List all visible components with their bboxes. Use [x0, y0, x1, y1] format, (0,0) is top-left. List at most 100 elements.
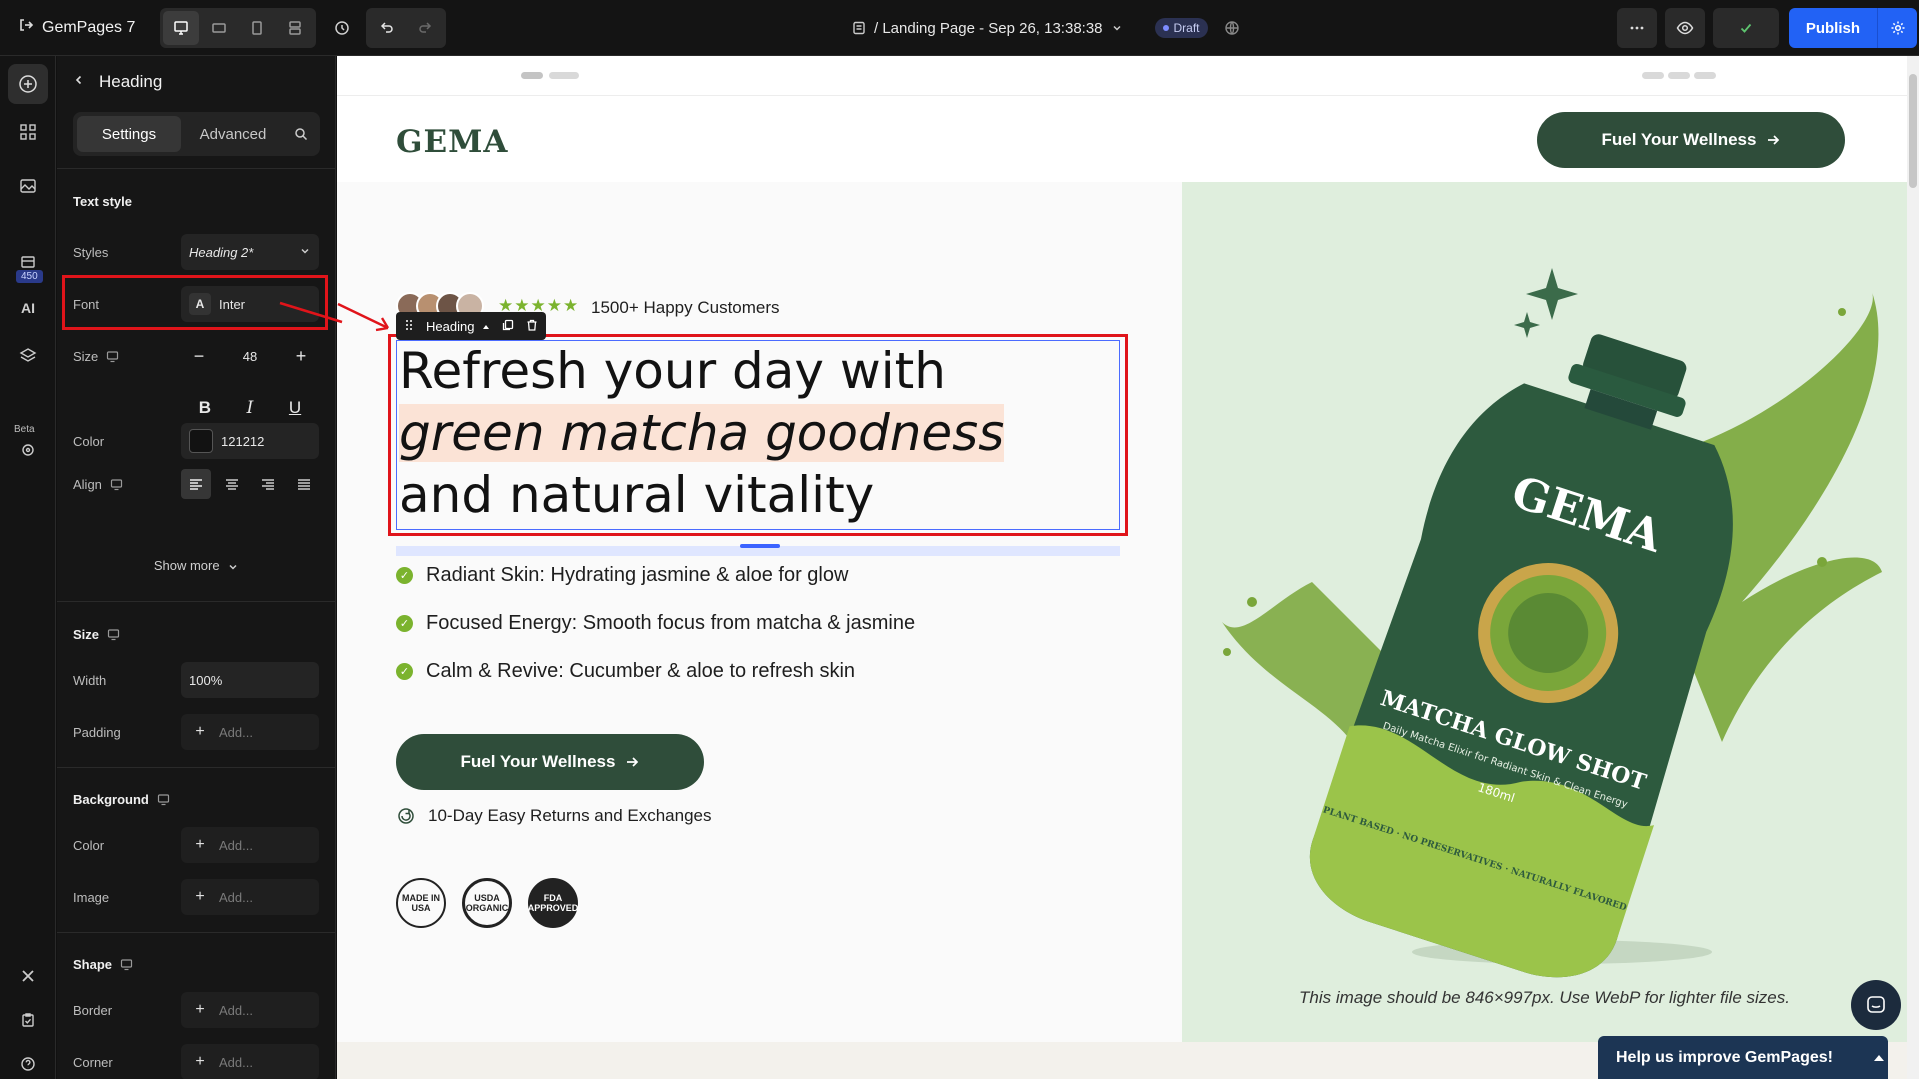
width-input[interactable]: 100%	[181, 662, 319, 698]
status-badge: Draft	[1154, 18, 1208, 38]
returns-info[interactable]: 10-Day Easy Returns and Exchanges	[396, 806, 712, 826]
italic-button[interactable]: I	[247, 398, 254, 418]
page-icon	[853, 21, 865, 35]
duplicate-icon[interactable]	[502, 319, 514, 334]
list-item[interactable]: ✓ Calm & Revive: Cucumber & aloe to refr…	[396, 660, 855, 683]
history-icon	[335, 20, 349, 35]
bg-color-label: Color	[73, 838, 105, 853]
history-button[interactable]	[324, 8, 360, 48]
annotation-arrow-icon	[337, 302, 390, 332]
pages-button[interactable]	[8, 166, 48, 206]
border-label: Border	[73, 1003, 113, 1018]
border-add[interactable]: + Add...	[181, 992, 319, 1028]
ai-button[interactable]: AI	[8, 288, 48, 328]
align-right-icon	[262, 479, 274, 490]
more-options-button[interactable]	[1616, 8, 1657, 48]
list-item[interactable]: ✓ Focused Energy: Smooth focus from matc…	[396, 612, 915, 635]
background-section-title: Background	[73, 792, 170, 807]
trust-badges: MADE IN USA USDA ORGANIC FDA APPROVED	[396, 878, 578, 928]
chevron-left-icon	[75, 75, 82, 85]
corner-label: Corner	[73, 1055, 113, 1070]
right-actions: Publish	[1616, 0, 1919, 56]
align-label: Align	[73, 477, 123, 492]
site-header: GEMA Fuel Your Wellness	[337, 96, 1907, 182]
sections-button[interactable]	[8, 112, 48, 152]
x-logo-icon	[22, 970, 34, 982]
underline-button[interactable]: U	[289, 398, 301, 418]
undo-button[interactable]	[369, 11, 405, 45]
header-cta-button[interactable]: Fuel Your Wellness	[1537, 112, 1845, 168]
bg-image-add[interactable]: + Add...	[181, 879, 319, 915]
add-element-button[interactable]	[8, 64, 48, 104]
panel-tabs: Settings Advanced	[73, 112, 320, 156]
drag-handle-icon[interactable]	[404, 319, 414, 334]
help-button[interactable]	[8, 1044, 48, 1079]
desktop-icon	[110, 479, 123, 491]
preview-button[interactable]	[1664, 8, 1705, 48]
page-title-selector[interactable]: / Landing Page - Sep 26, 13:38:38 Draft	[852, 0, 1240, 56]
width-label: Width	[73, 673, 107, 688]
exit-icon[interactable]	[18, 17, 34, 38]
library-button[interactable]	[8, 242, 48, 282]
plus-circle-icon	[19, 75, 37, 93]
scrollbar-thumb[interactable]	[1909, 74, 1917, 188]
checklist-button[interactable]	[8, 1000, 48, 1040]
padding-add[interactable]: + Add...	[181, 714, 319, 750]
feedback-bar[interactable]: Help us improve GemPages!	[1598, 1036, 1888, 1079]
layout-view-button[interactable]	[277, 11, 313, 45]
align-left-icon	[190, 479, 202, 490]
undo-redo-group	[366, 7, 446, 48]
publish-settings-button[interactable]	[1877, 8, 1917, 48]
list-item[interactable]: ✓ Radiant Skin: Hydrating jasmine & aloe…	[396, 564, 848, 587]
increase-size-button[interactable]: +	[283, 338, 319, 374]
editor-canvas[interactable]: GEMA Fuel Your Wellness ★★★★★ 1500+ Happ…	[337, 56, 1919, 1079]
align-left-button[interactable]	[181, 469, 211, 499]
mobile-view-button[interactable]	[239, 11, 275, 45]
bg-color-add[interactable]: + Add...	[181, 827, 319, 863]
save-status-button[interactable]	[1712, 8, 1779, 48]
translate-icon	[1224, 21, 1239, 35]
gear-icon	[1891, 21, 1904, 35]
desktop-view-button[interactable]	[163, 10, 199, 45]
hero-cta-button[interactable]: Fuel Your Wellness	[396, 734, 704, 790]
tab-advanced[interactable]: Advanced	[181, 116, 285, 152]
resize-handle[interactable]	[740, 544, 780, 548]
align-group	[181, 466, 319, 502]
publish-button[interactable]: Publish	[1788, 8, 1877, 48]
beta-tool-button[interactable]	[8, 430, 48, 470]
bold-button[interactable]: B	[199, 398, 211, 418]
search-icon	[294, 128, 307, 141]
delete-icon[interactable]	[526, 319, 538, 334]
color-picker[interactable]: 121212	[181, 423, 319, 459]
redo-button[interactable]	[407, 11, 443, 45]
plus-icon: +	[195, 888, 205, 905]
caret-up-icon	[483, 324, 490, 329]
align-right-button[interactable]	[253, 469, 283, 499]
ai-icon: AI	[21, 300, 35, 316]
hero-image[interactable]: GEMA MATCHA GLOW SHOT Daily Matcha Elixi…	[1182, 182, 1907, 1042]
size-value[interactable]: 48	[243, 349, 257, 364]
tab-settings[interactable]: Settings	[77, 116, 181, 152]
align-center-button[interactable]	[217, 469, 247, 499]
divider	[57, 932, 336, 933]
desktop-icon	[157, 794, 169, 806]
plus-icon: +	[195, 723, 205, 740]
brand[interactable]: GemPages 7	[0, 17, 160, 38]
canvas-scrollbar[interactable]	[1907, 56, 1919, 1079]
corner-add[interactable]: + Add...	[181, 1044, 319, 1079]
layers-button[interactable]	[8, 336, 48, 376]
element-type-label[interactable]: Heading	[426, 319, 490, 334]
tablet-view-button[interactable]	[201, 11, 237, 45]
site-logo[interactable]: GEMA	[396, 124, 508, 160]
layers-icon	[19, 348, 37, 362]
happy-customers-text[interactable]: 1500+ Happy Customers	[591, 298, 780, 318]
search-button[interactable]	[285, 127, 316, 141]
plus-icon: +	[195, 836, 205, 853]
align-justify-button[interactable]	[289, 469, 319, 499]
back-button[interactable]	[73, 73, 85, 91]
x-button[interactable]	[8, 956, 48, 996]
chat-button[interactable]	[1851, 980, 1901, 1030]
color-swatch[interactable]	[189, 429, 213, 453]
show-more-button[interactable]: Show more	[57, 558, 336, 573]
decrease-size-button[interactable]: −	[181, 338, 217, 374]
